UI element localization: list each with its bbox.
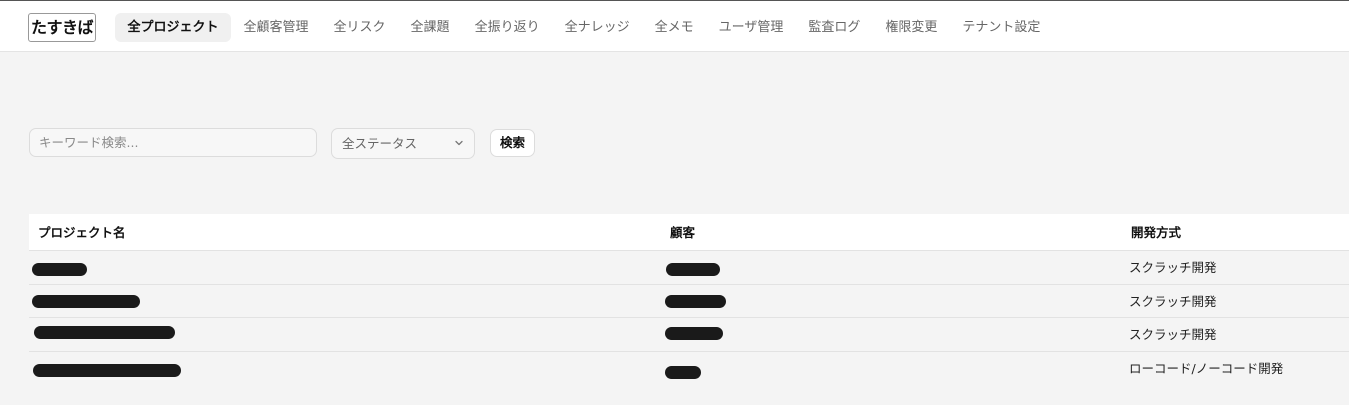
development-method-cell: ローコード/ノーコード開発 <box>1129 360 1284 376</box>
redacted-project-name <box>32 294 140 308</box>
table-row[interactable]: ローコード/ノーコード開発 <box>29 352 1349 386</box>
nav-item-all-projects[interactable]: 全プロジェクト <box>115 13 232 42</box>
nav-item-all-risks[interactable]: 全リスク <box>321 13 398 42</box>
main-nav: 全プロジェクト 全顧客管理 全リスク 全課題 全振り返り 全ナレッジ 全メモ ユ… <box>115 13 1053 42</box>
nav-item-audit-log[interactable]: 監査ログ <box>796 13 873 42</box>
development-method-cell: スクラッチ開発 <box>1129 260 1217 275</box>
table-row[interactable]: スクラッチ開発 <box>29 251 1349 285</box>
nav-item-all-memos[interactable]: 全メモ <box>642 13 706 42</box>
keyword-search-input[interactable] <box>29 128 317 157</box>
column-header-development-method[interactable]: 開発方式 <box>1131 214 1181 251</box>
nav-item-permission-change[interactable]: 権限変更 <box>873 13 950 42</box>
nav-item-all-customers[interactable]: 全顧客管理 <box>231 13 321 42</box>
table-row[interactable]: スクラッチ開発 <box>29 285 1349 318</box>
nav-item-all-issues[interactable]: 全課題 <box>398 13 462 42</box>
redacted-customer-name <box>665 365 701 379</box>
redacted-customer-name <box>665 294 726 308</box>
nav-item-all-retrospectives[interactable]: 全振り返り <box>462 13 552 42</box>
nav-item-all-knowledge[interactable]: 全ナレッジ <box>552 13 642 42</box>
column-header-customer[interactable]: 顧客 <box>670 214 695 251</box>
top-navigation-bar: たすきば 全プロジェクト 全顧客管理 全リスク 全課題 全振り返り 全ナレッジ … <box>0 0 1349 52</box>
nav-item-user-management[interactable]: ユーザ管理 <box>706 13 796 42</box>
column-header-project-name[interactable]: プロジェクト名 <box>38 214 126 251</box>
table-row[interactable]: スクラッチ開発 <box>29 318 1349 352</box>
app-logo[interactable]: たすきば <box>28 13 96 42</box>
redacted-project-name <box>34 326 175 339</box>
redacted-customer-name <box>666 263 720 276</box>
development-method-cell: スクラッチ開発 <box>1129 327 1217 342</box>
projects-table: プロジェクト名 顧客 開発方式 スクラッチ開発 スクラッチ開発 スクラッチ開発 … <box>29 214 1349 385</box>
table-header: プロジェクト名 顧客 開発方式 <box>29 214 1349 251</box>
redacted-project-name <box>32 263 87 276</box>
redacted-project-name <box>33 363 181 377</box>
status-select-value: 全ステータス <box>342 136 418 151</box>
status-filter-select[interactable]: 全ステータス <box>331 128 475 159</box>
nav-item-tenant-settings[interactable]: テナント設定 <box>950 13 1053 42</box>
development-method-cell: スクラッチ開発 <box>1129 293 1217 309</box>
redacted-customer-name <box>665 327 723 340</box>
chevron-down-icon <box>455 140 463 146</box>
search-button[interactable]: 検索 <box>490 129 535 157</box>
